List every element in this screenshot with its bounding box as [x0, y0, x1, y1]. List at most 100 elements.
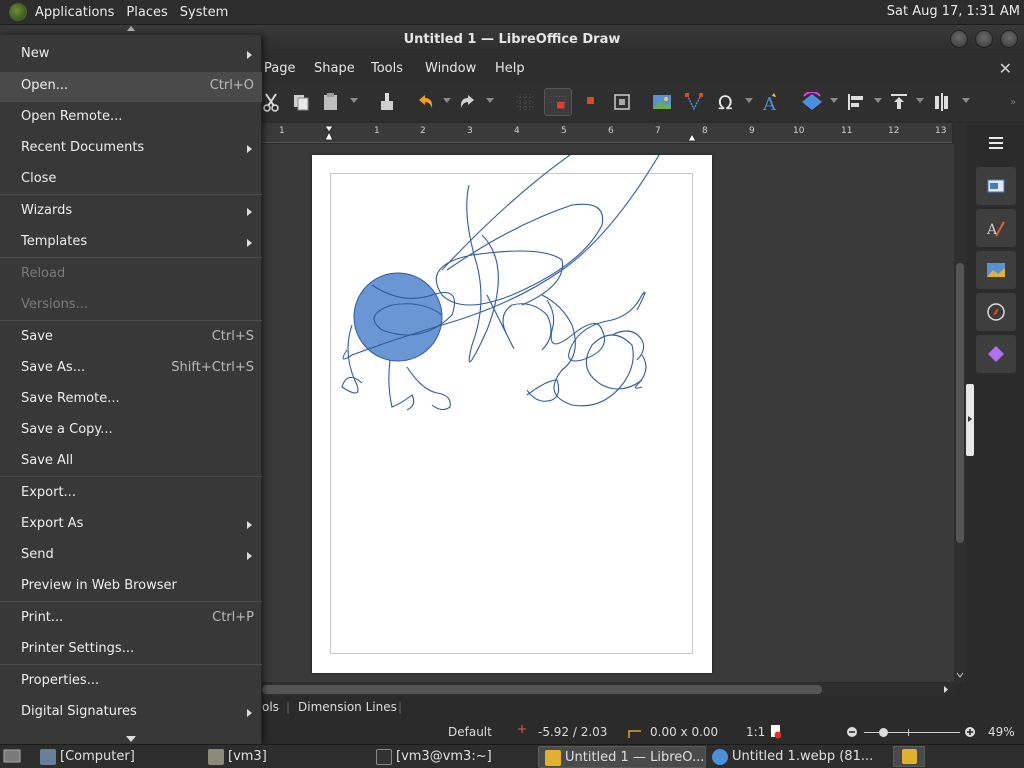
system-menu[interactable]: System: [174, 5, 234, 20]
menu-item-export[interactable]: Export...: [0, 479, 262, 509]
sidebar-properties-button[interactable]: [976, 167, 1016, 205]
distro-logo-icon[interactable]: [9, 3, 27, 21]
menu-item-save-remote[interactable]: Save Remote...: [0, 385, 262, 415]
menu-item-save-as[interactable]: Save As... Shift+Ctrl+S: [0, 354, 262, 384]
zoom-in-icon[interactable]: [964, 726, 976, 738]
paste-dropdown-icon[interactable]: [350, 98, 358, 103]
copy-icon[interactable]: [291, 92, 311, 112]
menu-shape[interactable]: Shape: [314, 61, 355, 76]
menu-item-digital-signatures[interactable]: Digital Signatures: [0, 698, 262, 728]
sidebar-shapes-button[interactable]: [976, 335, 1016, 373]
menu-item-close[interactable]: Close: [0, 165, 262, 195]
menu-item-new[interactable]: New: [0, 40, 262, 70]
arrange-icon[interactable]: [889, 92, 909, 112]
transformations-icon[interactable]: [800, 92, 824, 112]
zoom-level[interactable]: 49%: [988, 725, 1015, 739]
tab-controls[interactable]: ols: [262, 700, 279, 714]
sidebar-styles-button[interactable]: A: [976, 209, 1016, 247]
menu-item-recent-documents[interactable]: Recent Documents: [0, 134, 262, 164]
transformations-dropdown-icon[interactable]: [830, 98, 838, 103]
distribute-dropdown-icon[interactable]: [962, 98, 970, 103]
horizontal-scrollbar-thumb[interactable]: [262, 685, 822, 694]
scroll-right-icon[interactable]: [942, 685, 950, 694]
menu-help[interactable]: Help: [495, 61, 525, 76]
scroll-down-icon[interactable]: [956, 671, 964, 679]
menu-item-templates[interactable]: Templates: [0, 228, 262, 258]
redo-icon[interactable]: [458, 92, 478, 112]
freehand-drawing[interactable]: [312, 155, 712, 673]
menu-item-save-all[interactable]: Save All: [0, 447, 262, 477]
sidebar-collapse-handle[interactable]: [966, 384, 974, 456]
distribute-icon[interactable]: [932, 92, 952, 112]
menu-item-send[interactable]: Send: [0, 541, 262, 571]
menu-item-open[interactable]: Open... Ctrl+O: [0, 72, 262, 102]
redo-dropdown-icon[interactable]: [486, 98, 494, 103]
minimize-button[interactable]: [950, 30, 968, 48]
undo-icon[interactable]: [415, 92, 435, 112]
menu-item-properties[interactable]: Properties...: [0, 667, 262, 697]
left-indent-marker-icon[interactable]: [324, 125, 334, 141]
close-window-button[interactable]: [1000, 30, 1018, 48]
helplines-icon[interactable]: [544, 88, 572, 116]
cut-icon[interactable]: [262, 92, 282, 112]
circle-shape[interactable]: [353, 272, 443, 362]
taskbar-item-terminal[interactable]: [vm3@vm3:~]: [370, 746, 538, 768]
clone-formatting-icon[interactable]: [377, 92, 397, 112]
maximize-button[interactable]: [975, 30, 993, 48]
menu-page[interactable]: Page: [264, 61, 295, 76]
menu-item-printer-settings[interactable]: Printer Settings...: [0, 635, 262, 665]
special-character-dropdown-icon[interactable]: [745, 98, 753, 103]
taskbar-item-image-viewer[interactable]: Untitled 1.webp (81...: [706, 746, 886, 768]
sidebar-navigator-button[interactable]: [976, 293, 1016, 331]
workspace-switcher[interactable]: [893, 746, 925, 767]
zoom-slider-handle[interactable]: [879, 728, 888, 737]
clock[interactable]: Sat Aug 17, 1:31 AM: [887, 4, 1020, 19]
menu-item-wizards[interactable]: Wizards: [0, 197, 262, 227]
align-objects-icon[interactable]: [846, 92, 866, 112]
menu-item-open-remote[interactable]: Open Remote...: [0, 103, 262, 133]
horizontal-ruler[interactable]: 1 1 2 3 4 5 6 7 8 9 10 11 12 13: [262, 123, 952, 143]
sidebar-gallery-button[interactable]: [976, 251, 1016, 289]
taskbar-item-vm3[interactable]: [vm3]: [202, 746, 372, 768]
menu-item-preview-web[interactable]: Preview in Web Browser: [0, 572, 262, 602]
places-menu[interactable]: Places: [120, 5, 173, 20]
applications-menu[interactable]: Applications: [29, 5, 120, 20]
points-icon[interactable]: [684, 92, 704, 112]
special-character-icon[interactable]: Ω: [716, 92, 740, 112]
arrange-dropdown-icon[interactable]: [916, 98, 924, 103]
menu-item-export-as[interactable]: Export As: [0, 510, 262, 540]
show-desktop-icon[interactable]: [3, 748, 21, 764]
grid-icon[interactable]: [515, 92, 535, 112]
menu-item-save-copy[interactable]: Save a Copy...: [0, 416, 262, 446]
zoom-icon[interactable]: [612, 92, 632, 112]
size-icon: [628, 730, 641, 738]
taskbar-item-computer[interactable]: [Computer]: [34, 746, 204, 768]
document-modified-icon[interactable]: [770, 724, 782, 739]
undo-dropdown-icon[interactable]: [443, 98, 451, 103]
horizontal-scrollbar[interactable]: [262, 683, 954, 696]
menu-tools[interactable]: Tools: [371, 61, 403, 76]
vertical-scrollbar[interactable]: [954, 123, 966, 683]
align-dropdown-icon[interactable]: [874, 98, 882, 103]
menu-window[interactable]: Window: [425, 61, 476, 76]
zoom-pan-icon[interactable]: [580, 92, 600, 112]
scale-factor[interactable]: 1:1: [746, 725, 765, 739]
taskbar-item-libreoffice[interactable]: Untitled 1 — LibreO...: [538, 746, 706, 768]
menu-scroll-up-icon[interactable]: [127, 26, 135, 31]
page-layout-status[interactable]: Default: [448, 725, 492, 739]
drawing-page[interactable]: [312, 155, 712, 673]
fontwork-icon[interactable]: A: [760, 92, 780, 112]
folder-icon: [208, 749, 224, 765]
vertical-scrollbar-thumb[interactable]: [956, 263, 964, 543]
menu-item-print[interactable]: Print... Ctrl+P: [0, 604, 262, 634]
sidebar-menu-icon[interactable]: [987, 136, 1005, 150]
menu-item-save[interactable]: Save Ctrl+S: [0, 323, 262, 353]
zoom-out-icon[interactable]: [846, 726, 858, 738]
paste-icon[interactable]: [321, 92, 341, 112]
tab-dimension-lines[interactable]: Dimension Lines: [298, 700, 397, 714]
drawing-canvas[interactable]: [262, 144, 956, 682]
right-indent-marker-icon[interactable]: [687, 133, 697, 142]
insert-image-icon[interactable]: [652, 92, 672, 112]
menu-scroll-down-icon[interactable]: [126, 736, 136, 742]
close-document-icon[interactable]: ✕: [999, 59, 1012, 78]
